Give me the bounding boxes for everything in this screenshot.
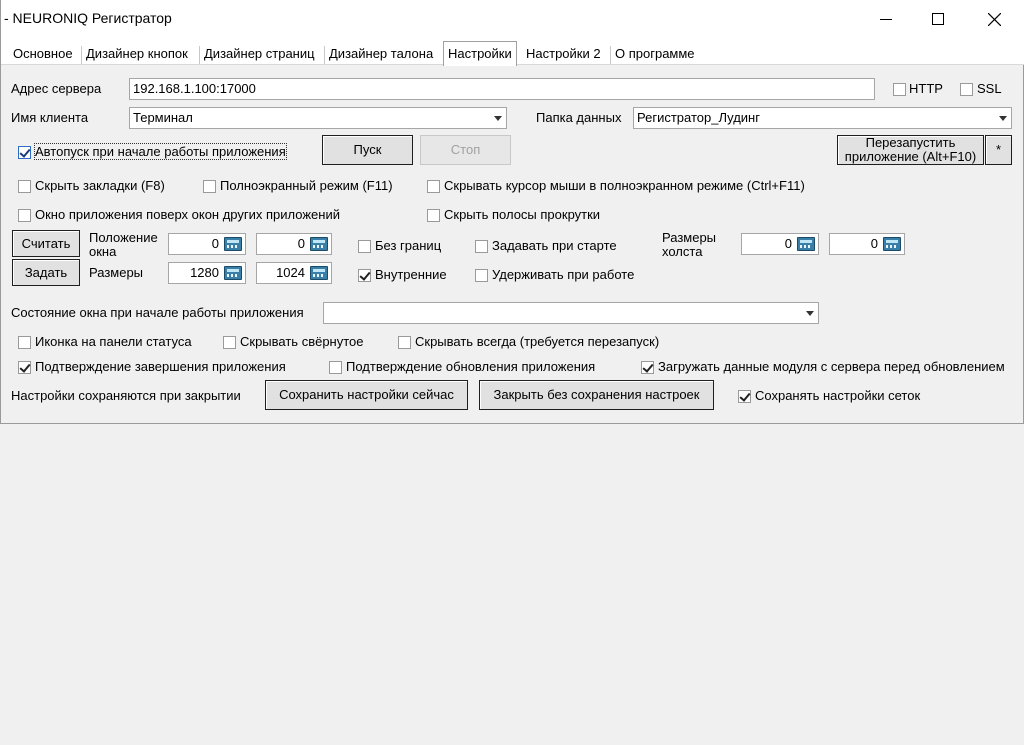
tab-bar: Основное Дизайнер кнопок Дизайнер страни… xyxy=(1,38,1024,66)
calculator-icon[interactable] xyxy=(310,266,328,280)
tab-ticket-designer[interactable]: Дизайнер талона xyxy=(324,46,437,64)
tab-button-designer[interactable]: Дизайнер кнопок xyxy=(81,46,192,64)
data-folder-combo[interactable]: Регистратор_Лудинг xyxy=(633,107,1012,129)
tab-settings-2[interactable]: Настройки 2 xyxy=(522,46,605,64)
fullscreen-checkbox[interactable] xyxy=(203,180,216,193)
confirm-update-label: Подтверждение обновления приложения xyxy=(346,359,596,374)
hide-always-label: Скрывать всегда (требуется перезапуск) xyxy=(415,334,660,349)
data-folder-label: Папка данных xyxy=(536,110,622,125)
tab-page-designer[interactable]: Дизайнер страниц xyxy=(199,46,319,64)
confirm-exit-label: Подтверждение завершения приложения xyxy=(35,359,286,374)
hide-scrollbars-checkbox[interactable] xyxy=(427,209,440,222)
hide-minimized-checkbox[interactable] xyxy=(223,336,236,349)
tab-main[interactable]: Основное xyxy=(9,46,77,64)
load-module-checkbox[interactable] xyxy=(641,361,654,374)
fullscreen-label: Полноэкранный режим (F11) xyxy=(220,178,393,193)
http-label: HTTP xyxy=(909,81,943,96)
restart-extra-button[interactable]: * xyxy=(985,135,1012,165)
close-without-saving-button[interactable]: Закрыть без сохранения настроек xyxy=(479,380,714,410)
position-x-input[interactable]: 0 xyxy=(168,233,246,255)
on-top-checkbox[interactable] xyxy=(18,209,31,222)
no-border-label: Без границ xyxy=(375,238,442,253)
server-address-label: Адрес сервера xyxy=(11,81,102,96)
restart-app-button[interactable]: Перезапустить приложение (Alt+F10) xyxy=(837,135,984,165)
window-state-combo[interactable] xyxy=(323,302,819,324)
width-input[interactable]: 1280 xyxy=(168,262,246,284)
calculator-icon[interactable] xyxy=(224,266,242,280)
ssl-checkbox[interactable] xyxy=(960,83,973,96)
canvas-size-label: Размеры холста xyxy=(662,230,717,259)
calculator-icon[interactable] xyxy=(797,237,815,251)
tab-about[interactable]: О программе xyxy=(610,46,699,64)
set-geometry-button[interactable]: Задать xyxy=(12,259,80,286)
read-geometry-button[interactable]: Считать xyxy=(12,230,80,257)
data-folder-value: Регистратор_Лудинг xyxy=(637,110,760,125)
chevron-down-icon xyxy=(494,116,502,121)
hide-always-checkbox[interactable] xyxy=(398,336,411,349)
set-on-start-checkbox[interactable] xyxy=(475,240,488,253)
hide-minimized-label: Скрывать свёрнутое xyxy=(240,334,364,349)
position-y-input[interactable]: 0 xyxy=(256,233,332,255)
save-grids-label: Сохранять настройки сеток xyxy=(755,388,921,403)
calculator-icon[interactable] xyxy=(883,237,901,251)
canvas-height-input[interactable]: 0 xyxy=(829,233,905,255)
minimize-button[interactable] xyxy=(863,0,909,38)
width-value: 1280 xyxy=(190,265,219,280)
hide-scrollbars-label: Скрыть полосы прокрутки xyxy=(444,207,601,222)
internal-checkbox[interactable] xyxy=(358,269,371,282)
tray-icon-label: Иконка на панели статуса xyxy=(35,334,192,349)
close-button[interactable] xyxy=(971,0,1017,38)
tab-settings[interactable]: Настройки xyxy=(443,41,517,66)
chevron-down-icon xyxy=(999,116,1007,121)
window-size-label: Размеры xyxy=(89,265,144,280)
client-name-combo[interactable]: Терминал xyxy=(129,107,507,129)
window-position-label: Положение окна xyxy=(89,230,158,259)
load-module-label: Загружать данные модуля с сервера перед … xyxy=(658,359,1005,374)
autostart-checkbox[interactable] xyxy=(18,146,31,159)
position-y-value: 0 xyxy=(297,236,305,251)
keep-on-work-checkbox[interactable] xyxy=(475,269,488,282)
start-button[interactable]: Пуск xyxy=(322,135,413,165)
hide-cursor-checkbox[interactable] xyxy=(427,180,440,193)
window-title: - NEURONIQ Регистратор xyxy=(4,10,172,26)
height-input[interactable]: 1024 xyxy=(256,262,332,284)
app-window: - NEURONIQ Регистратор Основное Дизайнер… xyxy=(0,0,1024,424)
set-on-start-label: Задавать при старте xyxy=(492,238,617,253)
confirm-exit-checkbox[interactable] xyxy=(18,361,31,374)
canvas-width-input[interactable]: 0 xyxy=(741,233,819,255)
keep-on-work-label: Удерживать при работе xyxy=(492,267,635,282)
on-top-label: Окно приложения поверх окон других прило… xyxy=(35,207,340,222)
save-now-button[interactable]: Сохранить настройки сейчас xyxy=(265,380,468,410)
minimize-icon xyxy=(880,19,892,20)
save-grids-checkbox[interactable] xyxy=(738,390,751,403)
ssl-label: SSL xyxy=(977,81,1002,96)
autostart-label: Автопуск при начале работы приложения xyxy=(34,143,287,160)
hide-cursor-label: Скрывать курсор мыши в полноэкранном реж… xyxy=(444,178,805,193)
client-name-value: Терминал xyxy=(133,110,193,125)
save-note-label: Настройки сохраняются при закрытии xyxy=(11,388,241,403)
close-icon xyxy=(987,12,1001,26)
internal-label: Внутренние xyxy=(375,267,447,282)
client-name-label: Имя клиента xyxy=(11,110,89,125)
maximize-button[interactable] xyxy=(915,0,961,38)
chevron-down-icon xyxy=(806,311,814,316)
tray-icon-checkbox[interactable] xyxy=(18,336,31,349)
window-state-label: Состояние окна при начале работы приложе… xyxy=(11,305,304,320)
canvas-height-value: 0 xyxy=(870,236,878,251)
hide-tabs-label: Скрыть закладки (F8) xyxy=(35,178,165,193)
canvas-width-value: 0 xyxy=(784,236,792,251)
confirm-update-checkbox[interactable] xyxy=(329,361,342,374)
maximize-icon xyxy=(932,13,944,25)
calculator-icon[interactable] xyxy=(310,237,328,251)
server-address-input[interactable]: 192.168.1.100:17000 xyxy=(129,78,875,100)
no-border-checkbox[interactable] xyxy=(358,240,371,253)
http-checkbox[interactable] xyxy=(893,83,906,96)
height-value: 1024 xyxy=(276,265,305,280)
title-bar: - NEURONIQ Регистратор xyxy=(1,0,1024,38)
position-x-value: 0 xyxy=(211,236,219,251)
stop-button[interactable]: Стоп xyxy=(420,135,511,165)
calculator-icon[interactable] xyxy=(224,237,242,251)
hide-tabs-checkbox[interactable] xyxy=(18,180,31,193)
